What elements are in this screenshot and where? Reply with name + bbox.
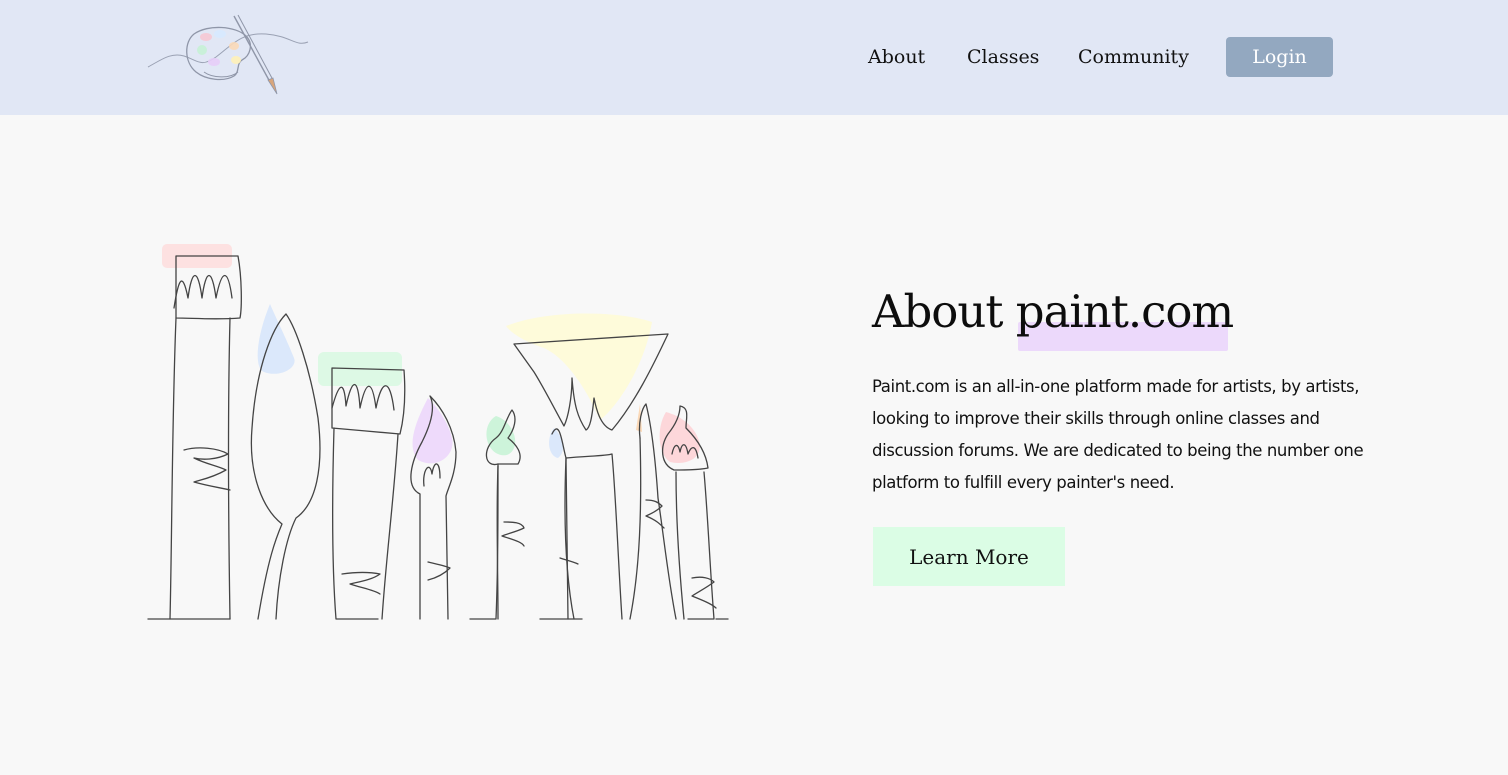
logo[interactable] <box>146 12 310 96</box>
paintbrushes-line-art-icon <box>147 244 729 620</box>
hero-description: Paint.com is an all-in-one platform made… <box>872 377 1364 492</box>
nav-classes[interactable]: Classes <box>967 44 1039 70</box>
hero-title: About paint.com <box>872 282 1234 346</box>
title-prefix: About <box>872 285 1016 338</box>
hero-illustration <box>146 238 730 624</box>
title-brand: paint.com <box>1015 285 1234 338</box>
paint-palette-brush-icon <box>147 14 309 95</box>
site-header: About Classes Community Login <box>0 0 1508 115</box>
learn-more-button[interactable]: Learn More <box>873 527 1065 586</box>
nav-community[interactable]: Community <box>1078 44 1189 70</box>
nav-about[interactable]: About <box>868 44 925 70</box>
login-button[interactable]: Login <box>1226 37 1333 77</box>
